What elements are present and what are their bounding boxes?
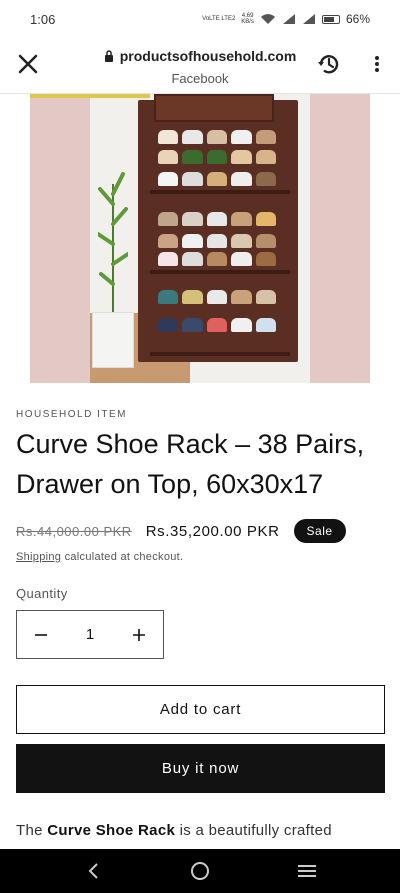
price-row: Rs.44,000.00 PKR Rs.35,200.00 PKR Sale	[16, 519, 346, 543]
increase-quantity-button[interactable]	[115, 611, 163, 658]
status-indicators: VoLTE LTE2 4.69 KB/s 66%	[202, 12, 370, 26]
battery-icon	[321, 14, 340, 24]
add-to-cart-button[interactable]: Add to cart	[16, 685, 385, 734]
recents-icon	[297, 865, 316, 877]
shoe-row	[158, 150, 277, 164]
description-prefix: The	[16, 822, 48, 839]
lock-icon	[104, 50, 113, 62]
quantity-input[interactable]: 1	[86, 626, 94, 643]
shoe-row	[158, 130, 277, 144]
home-button[interactable]	[180, 856, 220, 886]
product-vendor: HOUSEHOLD ITEM	[16, 409, 128, 420]
decrease-quantity-button[interactable]	[17, 611, 65, 658]
rack-shelf	[150, 352, 290, 356]
shoe-row	[158, 252, 277, 266]
shoe-row	[158, 212, 277, 226]
recents-button[interactable]	[287, 856, 327, 886]
rack-shelf	[150, 190, 290, 194]
network-label: VoLTE LTE2	[202, 16, 236, 22]
more-vert-icon[interactable]	[374, 55, 380, 73]
back-icon	[88, 863, 99, 879]
shoe-row	[158, 318, 277, 332]
image-strip	[30, 94, 150, 98]
shoe-row	[158, 290, 277, 304]
description-suffix: is a beautifully crafted	[175, 822, 332, 839]
wifi-icon	[260, 14, 275, 24]
system-nav-bar	[0, 849, 400, 893]
browser-toolbar: productsofhousehold.com Facebook	[0, 38, 400, 94]
rack-drawer	[154, 94, 274, 122]
quantity-stepper: 1	[16, 610, 164, 659]
shipping-note: Shipping calculated at checkout.	[16, 551, 183, 563]
shoe-row	[158, 172, 277, 186]
plant-pot	[92, 312, 134, 368]
minus-icon	[35, 633, 47, 636]
plus-icon	[133, 628, 145, 641]
product-description: The Curve Shoe Rack is a beautifully cra…	[16, 822, 386, 839]
shipping-link[interactable]: Shipping	[16, 551, 61, 563]
rack-shelf	[150, 270, 290, 274]
signal-icon	[282, 14, 295, 24]
description-bold: Curve Shoe Rack	[47, 822, 176, 839]
quantity-label: Quantity	[16, 586, 68, 601]
history-icon[interactable]	[316, 51, 342, 77]
status-time: 1:06	[30, 11, 56, 27]
plant-graphic	[98, 172, 128, 314]
network-speed: 4.69 KB/s	[241, 13, 254, 25]
product-image[interactable]	[30, 94, 370, 383]
back-button[interactable]	[73, 856, 113, 886]
buy-now-button[interactable]: Buy it now	[16, 744, 385, 793]
url-text: productsofhousehold.com	[119, 48, 297, 64]
signal-icon-2	[302, 14, 315, 24]
home-icon	[190, 862, 209, 880]
battery-level: 66%	[345, 12, 370, 26]
shoe-row	[158, 234, 277, 248]
status-bar: 1:06 VoLTE LTE2 4.69 KB/s 66%	[0, 0, 400, 38]
product-title: Curve Shoe Rack – 38 Pairs, Drawer on To…	[16, 429, 365, 499]
sale-price: Rs.35,200.00 PKR	[145, 522, 280, 540]
sale-badge: Sale	[293, 519, 346, 543]
shipping-text: calculated at checkout.	[61, 551, 184, 563]
regular-price: Rs.44,000.00 PKR	[16, 523, 132, 539]
speed-unit: KB/s	[241, 19, 254, 25]
